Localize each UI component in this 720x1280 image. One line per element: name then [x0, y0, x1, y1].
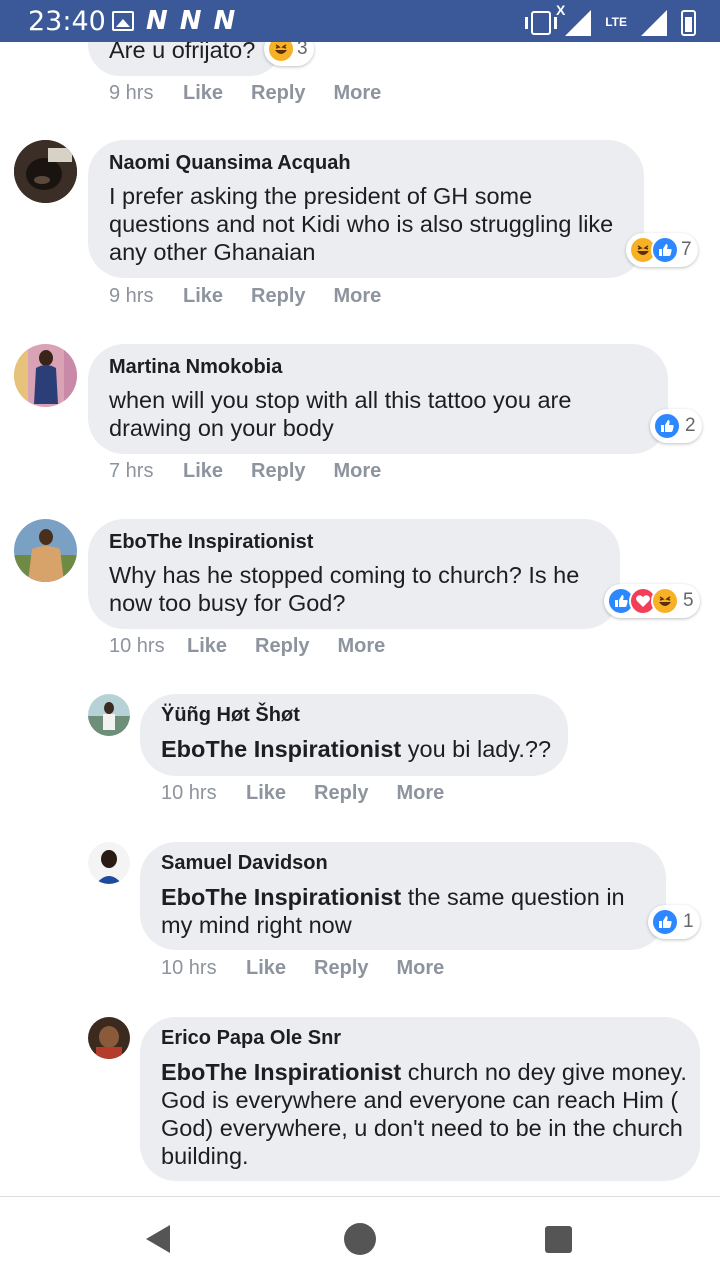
reply-button[interactable]: Reply	[251, 82, 305, 105]
avatar[interactable]	[14, 140, 77, 203]
mention-link[interactable]: EboThe Inspirationist	[161, 1059, 401, 1085]
n-icon: N	[213, 6, 236, 36]
comment-author[interactable]: Martina Nmokobia	[109, 356, 282, 379]
avatar[interactable]	[88, 842, 130, 884]
reaction-summary[interactable]: 2	[650, 409, 702, 443]
like-button[interactable]: Like	[246, 782, 286, 805]
avatar[interactable]	[88, 694, 130, 736]
avatar[interactable]	[88, 1017, 130, 1059]
avatar[interactable]	[14, 344, 77, 407]
reply-body: you bi lady.??	[401, 736, 552, 762]
status-bar: 23:40 N N N LTE X	[0, 0, 720, 42]
comment-actions: 10 hrs Like Reply More	[109, 635, 413, 658]
more-button[interactable]: More	[334, 82, 382, 105]
comment-time: 9 hrs	[109, 82, 154, 104]
vibrate-icon	[525, 11, 558, 35]
no-signal-icon	[565, 10, 592, 36]
back-icon[interactable]	[146, 1225, 170, 1253]
comment-time: 10 hrs	[109, 635, 165, 657]
reply-button[interactable]: Reply	[251, 285, 305, 308]
comment-time: 9 hrs	[109, 285, 154, 307]
like-button[interactable]: Like	[183, 82, 223, 105]
reply-text: EboThe Inspirationist the same question …	[161, 883, 651, 939]
mention-link[interactable]: EboThe Inspirationist	[161, 884, 401, 910]
comments-feed[interactable]: Are u ofrijato? 3 9 hrs Like Reply More …	[0, 42, 720, 1196]
reaction-count: 2	[685, 415, 696, 436]
comment-time: 7 hrs	[109, 460, 154, 482]
reply-button[interactable]: Reply	[314, 782, 368, 805]
reaction-count: 7	[681, 239, 692, 260]
comment-bubble[interactable]: Martina Nmokobia when will you stop with…	[88, 344, 668, 454]
notification-icons: N N N	[112, 6, 236, 36]
reply-author[interactable]: Ÿüñg Høt Šhøt	[161, 704, 300, 727]
comment-actions: 9 hrs Like Reply More	[109, 82, 409, 105]
reply-time: 10 hrs	[161, 957, 217, 979]
reaction-count: 3	[297, 42, 308, 59]
like-reaction-icon	[651, 236, 679, 264]
comment-bubble[interactable]: Naomi Quansima Acquah I prefer asking th…	[88, 140, 644, 278]
reaction-summary[interactable]: 3	[264, 42, 314, 66]
more-button[interactable]: More	[397, 957, 445, 980]
reply-author[interactable]: Erico Papa Ole Snr	[161, 1027, 341, 1050]
reply-bubble[interactable]: Erico Papa Ole Snr EboThe Inspirationist…	[140, 1017, 700, 1181]
signal-icon	[641, 10, 667, 36]
reaction-summary[interactable]: 5	[604, 584, 700, 618]
reply-text: EboThe Inspirationist church no dey give…	[161, 1058, 689, 1170]
like-reaction-icon	[653, 412, 681, 440]
like-button[interactable]: Like	[187, 635, 227, 658]
comment-actions: 9 hrs Like Reply More	[109, 285, 409, 308]
comment-actions: 7 hrs Like Reply More	[109, 460, 409, 483]
home-icon[interactable]	[344, 1223, 376, 1255]
image-icon	[112, 11, 134, 31]
navigation-bar	[0, 1196, 720, 1280]
like-button[interactable]: Like	[183, 460, 223, 483]
like-button[interactable]: Like	[246, 957, 286, 980]
reply-author[interactable]: Samuel Davidson	[161, 852, 328, 875]
more-button[interactable]: More	[338, 635, 386, 658]
comment-bubble[interactable]: EboThe Inspirationist Why has he stopped…	[88, 519, 620, 629]
mention-link[interactable]: EboThe Inspirationist	[161, 736, 401, 762]
more-button[interactable]: More	[334, 460, 382, 483]
reply-bubble[interactable]: Ÿüñg Høt Šhøt EboThe Inspirationist you …	[140, 694, 568, 776]
recent-apps-icon[interactable]	[545, 1226, 572, 1253]
avatar[interactable]	[14, 519, 77, 582]
more-button[interactable]: More	[397, 782, 445, 805]
reply-bubble[interactable]: Samuel Davidson EboThe Inspirationist th…	[140, 842, 666, 950]
comment-author[interactable]: EboThe Inspirationist	[109, 531, 313, 554]
reply-actions: 10 hrs Like Reply More	[161, 957, 472, 980]
battery-icon	[681, 10, 696, 36]
haha-reaction-icon	[651, 587, 679, 615]
reaction-count: 1	[683, 911, 694, 932]
reaction-summary[interactable]: 1	[648, 905, 700, 939]
comment-bubble[interactable]: Are u ofrijato?	[88, 42, 282, 76]
comment-text: I prefer asking the president of GH some…	[109, 183, 614, 265]
like-reaction-icon	[651, 908, 679, 936]
n-icon: N	[179, 6, 202, 36]
like-button[interactable]: Like	[183, 285, 223, 308]
comment-text: when will you stop with all this tattoo …	[109, 387, 572, 441]
reply-button[interactable]: Reply	[314, 957, 368, 980]
reply-actions: 10 hrs Like Reply More	[161, 782, 472, 805]
more-button[interactable]: More	[334, 285, 382, 308]
haha-reaction-icon	[267, 42, 295, 63]
lte-icon: LTE	[605, 15, 627, 29]
reply-time: 10 hrs	[161, 782, 217, 804]
comment-author[interactable]: Naomi Quansima Acquah	[109, 152, 351, 175]
reaction-summary[interactable]: 7	[626, 233, 698, 267]
n-icon: N	[146, 6, 168, 36]
comment-text: Are u ofrijato?	[109, 42, 256, 63]
reply-text: EboThe Inspirationist you bi lady.??	[161, 735, 561, 763]
reply-button[interactable]: Reply	[251, 460, 305, 483]
signal-x-icon: X	[556, 2, 566, 18]
reaction-count: 5	[683, 590, 694, 611]
status-time: 23:40	[28, 6, 106, 37]
reply-button[interactable]: Reply	[255, 635, 309, 658]
comment-text: Why has he stopped coming to church? Is …	[109, 562, 580, 616]
